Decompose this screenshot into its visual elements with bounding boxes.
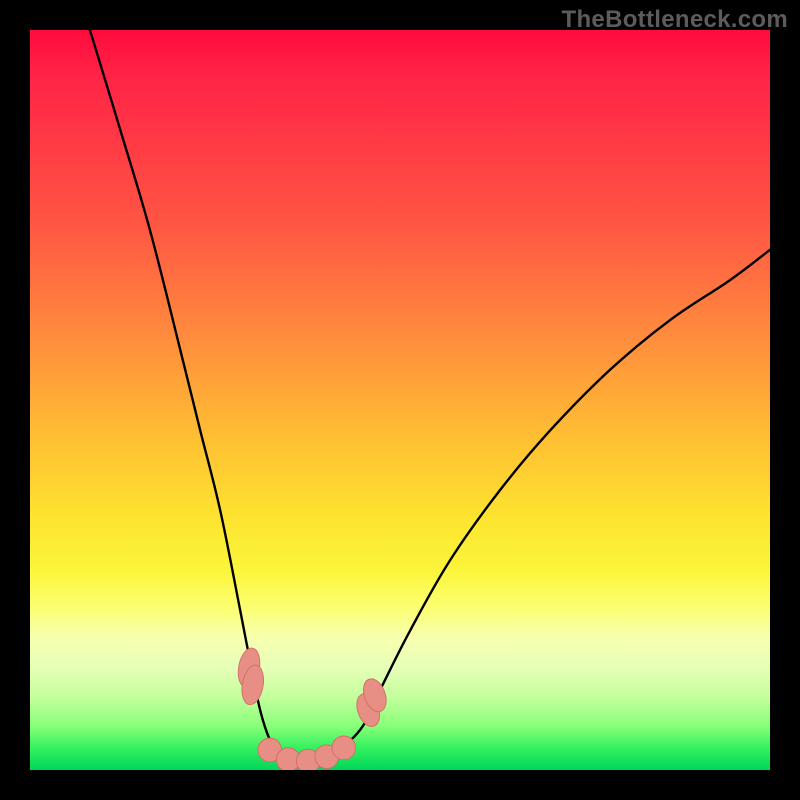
bottleneck-curves [90, 30, 770, 762]
marker-dot [332, 736, 356, 760]
left-curve [90, 30, 300, 762]
plot-area [30, 30, 770, 770]
chart-frame: TheBottleneck.com [0, 0, 800, 800]
watermark-text: TheBottleneck.com [562, 6, 788, 34]
curve-overlay [30, 30, 770, 770]
